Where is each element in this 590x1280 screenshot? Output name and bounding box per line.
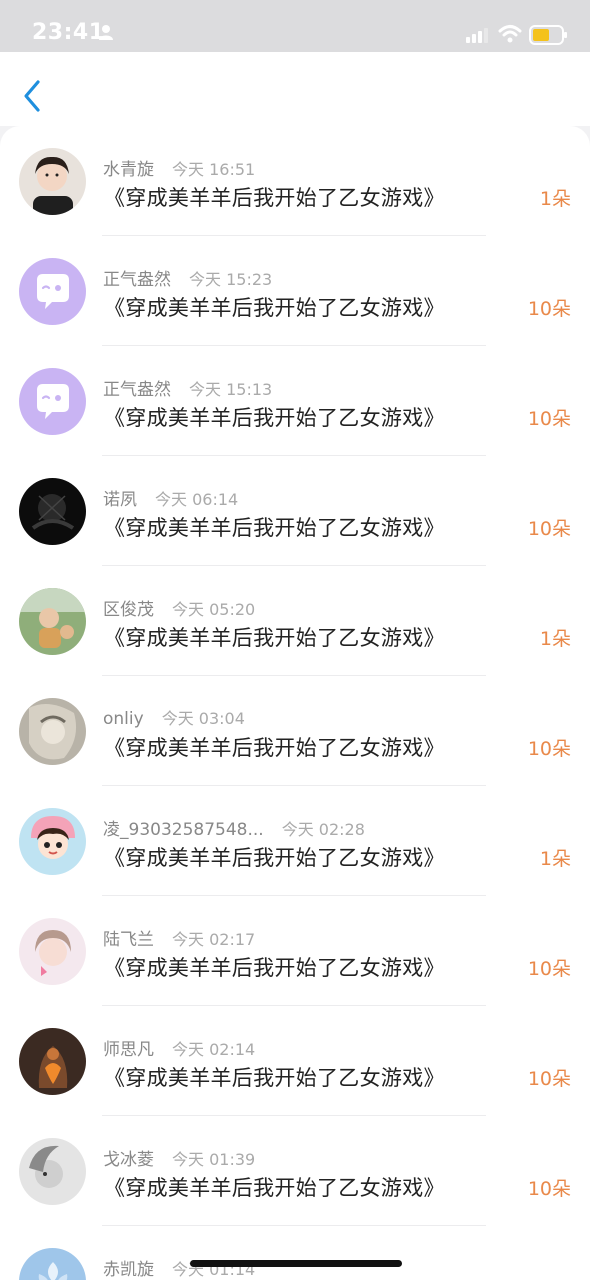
list-item[interactable]: 正气盎然 今天 15:13 《穿成美羊羊后我开始了乙女游戏》 10朵 <box>0 346 590 456</box>
user-avatar[interactable] <box>19 588 86 655</box>
list-item[interactable]: 水青旋 今天 16:51 《穿成美羊羊后我开始了乙女游戏》 1朵 <box>0 126 590 236</box>
list-item[interactable]: 诺夙 今天 06:14 《穿成美羊羊后我开始了乙女游戏》 10朵 <box>0 456 590 566</box>
timestamp: 今天 05:20 <box>172 600 256 619</box>
username: 陆飞兰 今天 02:17 <box>103 930 256 950</box>
flower-count: 10朵 <box>527 518 571 540</box>
flower-count: 10朵 <box>527 958 571 980</box>
default-chat-avatar-icon <box>19 368 86 435</box>
flower-count: 1朵 <box>539 848 571 870</box>
username: onliy 今天 03:04 <box>103 709 245 729</box>
flower-count: 10朵 <box>527 1178 571 1200</box>
flower-count: 10朵 <box>527 1068 571 1090</box>
timestamp: 今天 02:17 <box>172 930 256 949</box>
username: 正气盎然 今天 15:13 <box>103 380 273 400</box>
user-avatar[interactable] <box>19 478 86 545</box>
book-title: 《穿成美羊羊后我开始了乙女游戏》 <box>104 736 445 760</box>
flower-count: 10朵 <box>527 408 571 430</box>
user-avatar[interactable] <box>19 368 86 435</box>
username: 正气盎然 今天 15:23 <box>103 270 273 290</box>
book-title: 《穿成美羊羊后我开始了乙女游戏》 <box>104 956 445 980</box>
username: 诺夙 今天 06:14 <box>103 490 239 510</box>
book-title: 《穿成美羊羊后我开始了乙女游戏》 <box>104 186 445 210</box>
home-indicator[interactable] <box>190 1260 402 1267</box>
book-title: 《穿成美羊羊后我开始了乙女游戏》 <box>104 1176 445 1200</box>
username: 戈冰菱 今天 01:39 <box>103 1150 256 1170</box>
battery-icon <box>529 25 569 49</box>
user-avatar[interactable] <box>19 148 86 215</box>
person-icon <box>98 24 114 44</box>
timestamp: 今天 15:23 <box>189 270 273 289</box>
list-item[interactable]: 师思凡 今天 02:14 《穿成美羊羊后我开始了乙女游戏》 10朵 <box>0 1006 590 1116</box>
default-chat-avatar-icon <box>19 258 86 325</box>
list-item[interactable]: 区俊茂 今天 05:20 《穿成美羊羊后我开始了乙女游戏》 1朵 <box>0 566 590 676</box>
timestamp: 今天 02:14 <box>172 1040 256 1059</box>
user-avatar[interactable] <box>19 1248 86 1280</box>
chevron-left-icon <box>24 80 40 112</box>
username: 区俊茂 今天 05:20 <box>103 600 256 620</box>
book-title: 《穿成美羊羊后我开始了乙女游戏》 <box>104 1066 445 1090</box>
username: 师思凡 今天 02:14 <box>103 1040 256 1060</box>
book-title: 《穿成美羊羊后我开始了乙女游戏》 <box>104 626 445 650</box>
flower-count: 10朵 <box>527 738 571 760</box>
username: 凌_93032587548... 今天 02:28 <box>103 820 365 840</box>
back-button[interactable] <box>18 76 50 116</box>
timestamp: 今天 01:39 <box>172 1150 256 1169</box>
timestamp: 今天 15:13 <box>189 380 273 399</box>
flower-count: 1朵 <box>539 188 571 210</box>
list-item[interactable]: 陆飞兰 今天 02:17 《穿成美羊羊后我开始了乙女游戏》 10朵 <box>0 896 590 1006</box>
wifi-icon <box>498 24 522 48</box>
timestamp: 今天 02:28 <box>281 820 365 839</box>
username: 水青旋 今天 16:51 <box>103 160 256 180</box>
book-title: 《穿成美羊羊后我开始了乙女游戏》 <box>104 516 445 540</box>
user-avatar[interactable] <box>19 1028 86 1095</box>
timestamp: 今天 03:04 <box>161 709 245 728</box>
cellular-signal-icon <box>466 27 490 47</box>
list-item[interactable]: 正气盎然 今天 15:23 《穿成美羊羊后我开始了乙女游戏》 10朵 <box>0 236 590 346</box>
status-bar: 23:41 <box>0 0 590 52</box>
user-avatar[interactable] <box>19 258 86 325</box>
list-item[interactable]: 凌_93032587548... 今天 02:28 《穿成美羊羊后我开始了乙女游戏… <box>0 786 590 896</box>
flower-count: 1朵 <box>539 628 571 650</box>
list-item[interactable]: 戈冰菱 今天 01:39 《穿成美羊羊后我开始了乙女游戏》 10朵 <box>0 1116 590 1226</box>
book-title: 《穿成美羊羊后我开始了乙女游戏》 <box>104 846 445 870</box>
user-avatar[interactable] <box>19 1138 86 1205</box>
book-title: 《穿成美羊羊后我开始了乙女游戏》 <box>104 406 445 430</box>
user-avatar[interactable] <box>19 698 86 765</box>
user-avatar[interactable] <box>19 918 86 985</box>
timestamp: 今天 16:51 <box>172 160 256 179</box>
book-title: 《穿成美羊羊后我开始了乙女游戏》 <box>104 296 445 320</box>
list-item[interactable]: 赤凯旋 今天 01:14 <box>0 1226 590 1280</box>
nav-bar <box>0 52 590 126</box>
gift-record-list: 水青旋 今天 16:51 《穿成美羊羊后我开始了乙女游戏》 1朵 正气盎然 今天 1… <box>0 126 590 1280</box>
username: 赤凯旋 今天 01:14 <box>103 1260 256 1280</box>
flower-count: 10朵 <box>527 298 571 320</box>
status-time: 23:41 <box>32 20 105 45</box>
timestamp: 今天 06:14 <box>155 490 239 509</box>
user-avatar[interactable] <box>19 808 86 875</box>
list-item[interactable]: onliy 今天 03:04 《穿成美羊羊后我开始了乙女游戏》 10朵 <box>0 676 590 786</box>
